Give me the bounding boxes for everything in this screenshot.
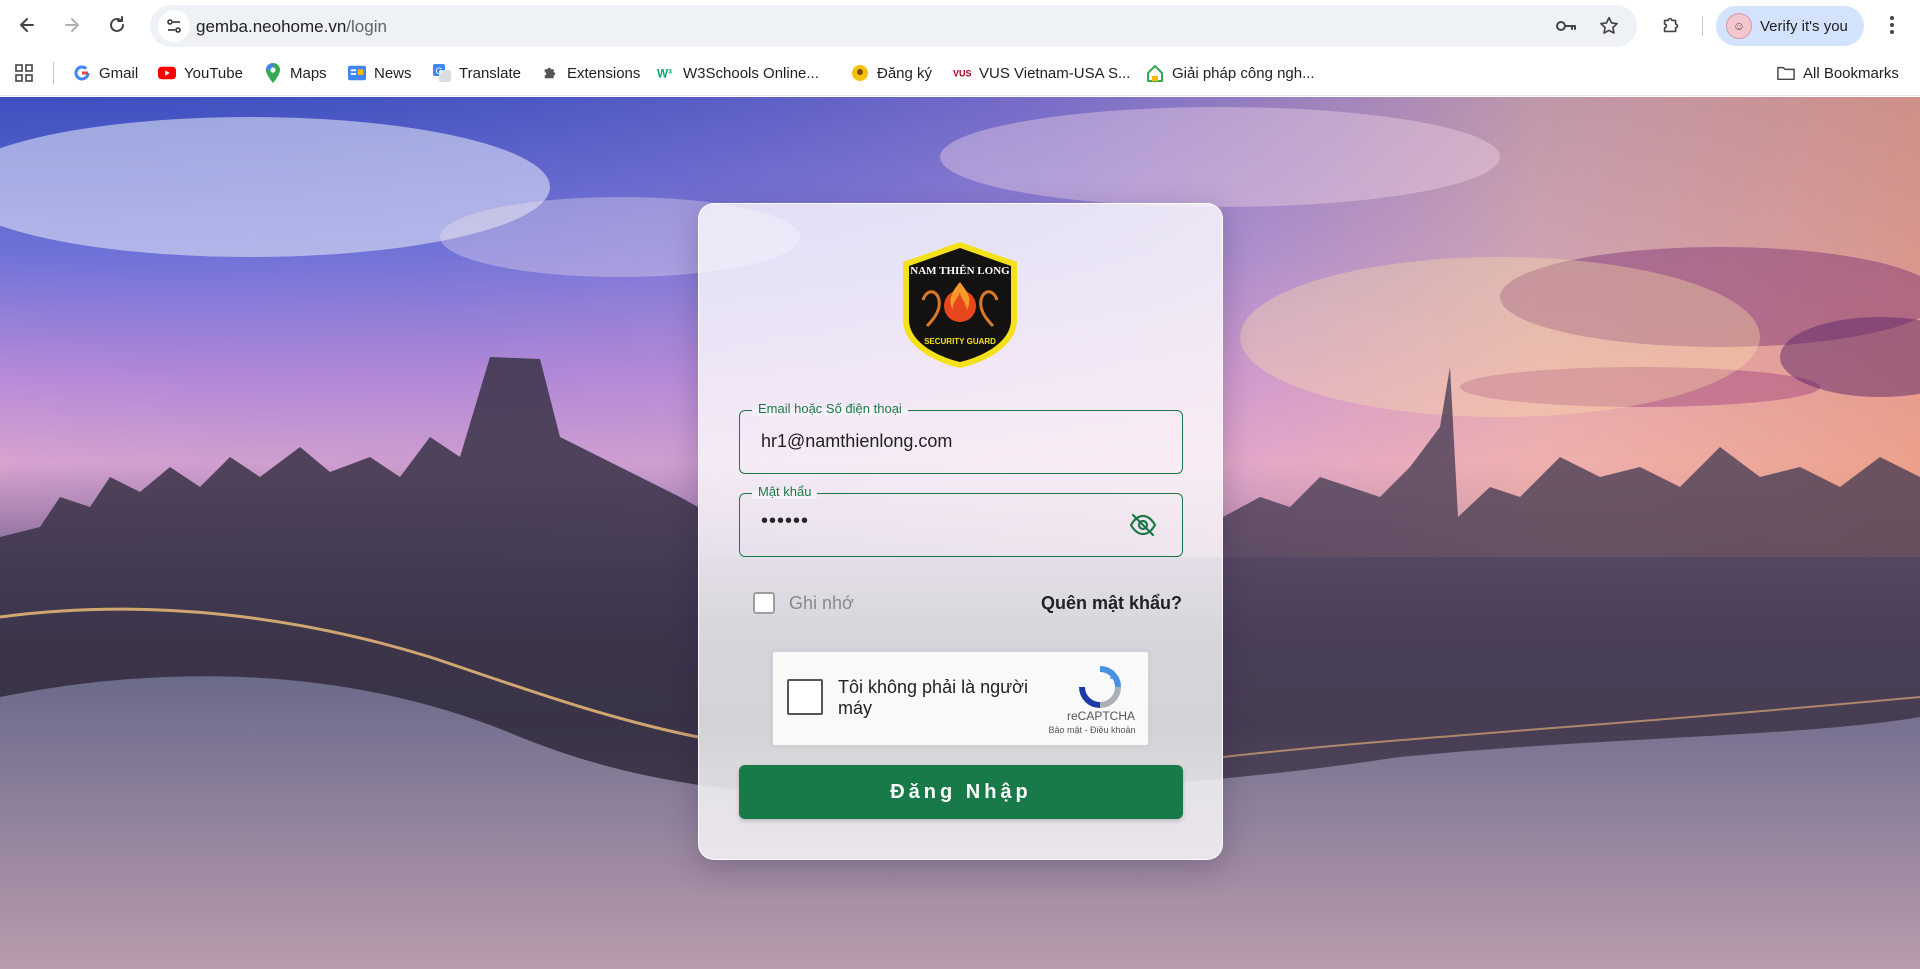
- bookmark-label: W3Schools Online...: [683, 64, 819, 82]
- more-vert-icon: [1890, 16, 1894, 34]
- login-button[interactable]: Đăng Nhập: [739, 765, 1183, 819]
- tune-icon: [167, 19, 181, 33]
- browser-toolbar: gemba.neohome.vn/login ☺ Verify it's you: [0, 0, 1920, 50]
- apps-button[interactable]: [12, 61, 36, 85]
- bookmark-vus[interactable]: VUS VUS Vietnam-USA S...: [953, 60, 1130, 86]
- bookmark-label: Extensions: [567, 64, 641, 82]
- recaptcha-logo-icon: [1079, 666, 1121, 708]
- password-input[interactable]: ••••••: [761, 510, 1121, 533]
- extensions-button[interactable]: [1655, 9, 1687, 41]
- bookmark-label: Translate: [459, 64, 521, 82]
- address-bar[interactable]: gemba.neohome.vn/login: [150, 5, 1637, 47]
- url-host: gemba.neohome.vn: [196, 17, 347, 36]
- news-icon: [348, 64, 366, 82]
- remember-checkbox[interactable]: [753, 592, 775, 614]
- password-label: Mật khẩu: [752, 484, 818, 499]
- badge-icon: [851, 64, 869, 82]
- url-text: gemba.neohome.vn/login: [196, 17, 387, 37]
- folder-icon: [1777, 64, 1795, 82]
- bookmarks-divider: [53, 62, 54, 84]
- star-icon: [1600, 16, 1618, 34]
- bookmark-label: Giải pháp công ngh...: [1172, 64, 1315, 82]
- bookmark-gmail[interactable]: Gmail: [73, 60, 138, 86]
- bookmark-label: News: [374, 64, 412, 82]
- all-bookmarks-label: All Bookmarks: [1803, 64, 1899, 82]
- reload-button[interactable]: [101, 9, 133, 41]
- logo-top-text: NAM THIÊN LONG: [910, 265, 1010, 277]
- recaptcha-privacy-terms-links[interactable]: Bảo mật - Điều khoản: [1035, 725, 1149, 735]
- house-icon: [1146, 64, 1164, 82]
- puzzle-icon: [1663, 17, 1679, 33]
- translate-icon: G: [433, 64, 451, 82]
- eye-off-icon: [1129, 513, 1157, 537]
- bookmark-star-button[interactable]: [1597, 14, 1621, 38]
- remember-label: Ghi nhớ: [789, 592, 854, 613]
- bookmark-w3schools[interactable]: W³ W3Schools Online...: [657, 60, 819, 86]
- maps-icon: [264, 63, 282, 83]
- w3schools-icon: W³: [657, 64, 675, 82]
- bookmarks-bar: Gmail YouTube Maps News G Translate Exte…: [0, 50, 1920, 96]
- recaptcha-widget: Tôi không phải là người máy reCAPTCHA Bả…: [772, 651, 1149, 746]
- bookmark-label: YouTube: [184, 64, 243, 82]
- apps-grid-icon: [15, 64, 33, 82]
- remember-me[interactable]: Ghi nhớ: [753, 592, 854, 614]
- forward-button[interactable]: [56, 9, 88, 41]
- email-field[interactable]: Email hoặc Số điện thoại hr1@namthienlon…: [739, 401, 1183, 474]
- login-page: NAM THIÊN LONG SECURITY GUARD Email hoặc…: [0, 97, 1920, 969]
- arrow-right-icon: [65, 18, 79, 32]
- profile-chip[interactable]: ☺ Verify it's you: [1716, 6, 1864, 46]
- email-input[interactable]: hr1@namthienlong.com: [761, 431, 1121, 452]
- recaptcha-brand: reCAPTCHA: [1066, 709, 1135, 723]
- recaptcha-text: Tôi không phải là người máy: [838, 677, 1028, 718]
- bookmark-translate[interactable]: G Translate: [433, 60, 521, 86]
- reload-icon: [110, 16, 124, 32]
- bookmark-label: Gmail: [99, 64, 139, 82]
- back-button[interactable]: [11, 9, 43, 41]
- forgot-password-link[interactable]: Quên mật khẩu?: [1041, 593, 1182, 614]
- bookmark-dang-ky[interactable]: Đăng ký: [851, 60, 932, 86]
- bookmark-giai-phap[interactable]: Giải pháp công ngh...: [1146, 60, 1315, 86]
- logo-bottom-text: SECURITY GUARD: [924, 337, 996, 346]
- vus-icon: VUS: [953, 64, 971, 82]
- bookmark-youtube[interactable]: YouTube: [158, 60, 243, 86]
- password-field[interactable]: Mật khẩu ••••••: [739, 484, 1183, 557]
- bookmark-maps[interactable]: Maps: [264, 60, 327, 86]
- profile-label: Verify it's you: [1760, 17, 1848, 35]
- toolbar-divider: [1702, 16, 1703, 36]
- login-card: NAM THIÊN LONG SECURITY GUARD Email hoặc…: [698, 203, 1223, 860]
- email-label: Email hoặc Số điện thoại: [752, 401, 908, 416]
- bookmark-news[interactable]: News: [348, 60, 412, 86]
- puzzle-icon: [541, 64, 559, 82]
- bookmark-label: VUS Vietnam-USA S...: [979, 64, 1131, 82]
- gmail-icon: [73, 64, 91, 82]
- bookmark-label: Maps: [290, 64, 327, 82]
- bookmark-extensions[interactable]: Extensions: [541, 60, 640, 86]
- menu-button[interactable]: [1876, 9, 1908, 41]
- nam-thien-long-logo: NAM THIÊN LONG SECURITY GUARD: [903, 242, 1017, 368]
- svg-text:VUS: VUS: [953, 69, 971, 79]
- bookmark-label: Đăng ký: [877, 64, 933, 82]
- youtube-icon: [158, 64, 176, 82]
- svg-text:W³: W³: [657, 68, 672, 81]
- site-info-button[interactable]: [158, 10, 190, 42]
- svg-text:G: G: [435, 66, 442, 76]
- toggle-password-visibility-button[interactable]: [1128, 510, 1158, 540]
- url-path: /login: [346, 17, 387, 36]
- recaptcha-checkbox[interactable]: [787, 679, 823, 715]
- avatar: ☺: [1726, 13, 1752, 39]
- password-key-button[interactable]: [1554, 14, 1578, 38]
- key-icon: [1556, 21, 1576, 31]
- arrow-left-icon: [20, 18, 34, 32]
- all-bookmarks-button[interactable]: All Bookmarks: [1777, 60, 1899, 86]
